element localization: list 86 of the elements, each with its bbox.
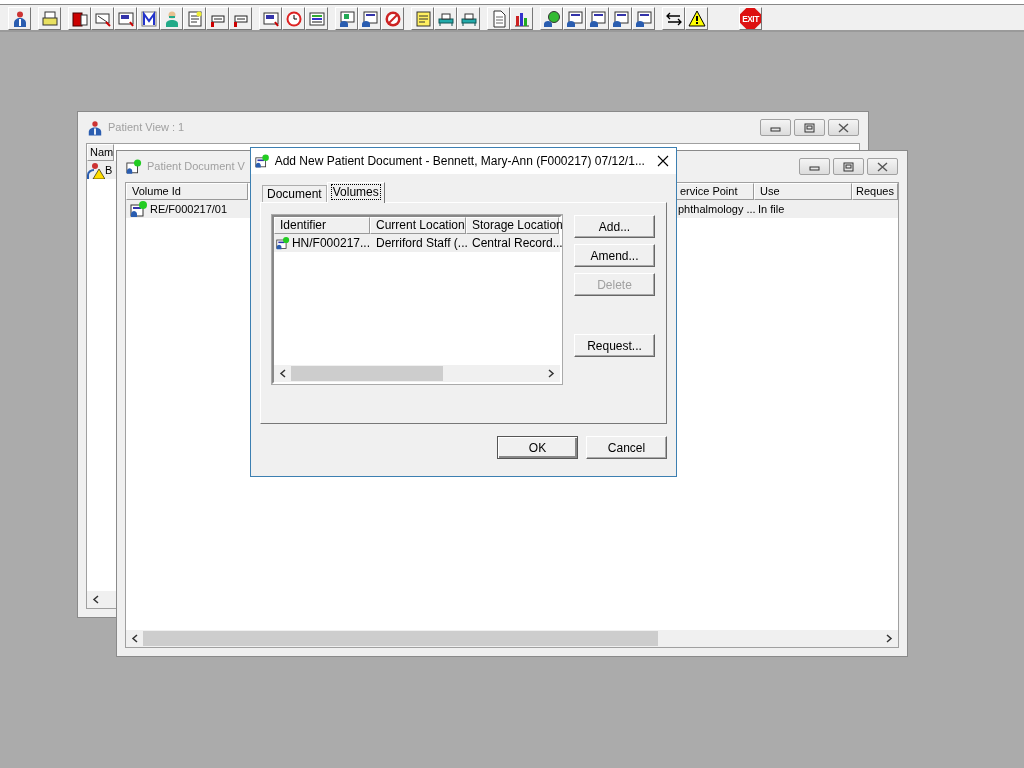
- ok-button[interactable]: OK: [497, 436, 578, 459]
- card-icon: [634, 9, 653, 28]
- close-icon: [838, 122, 849, 133]
- toolbar-button[interactable]: [510, 7, 533, 30]
- toolbar-button[interactable]: [137, 7, 160, 30]
- document-icon: [276, 234, 290, 252]
- toolbar-button[interactable]: [335, 7, 358, 30]
- book-icon: [70, 9, 89, 28]
- monitor-icon: [337, 9, 356, 28]
- list-row[interactable]: HN/F000217... Derriford Staff (... Central Record...: [274, 234, 560, 252]
- scrollbar-thumb[interactable]: [143, 631, 658, 646]
- minimize-button[interactable]: [799, 158, 830, 175]
- person-icon: [87, 161, 105, 179]
- toolbar-button[interactable]: [457, 7, 480, 30]
- toolbar-button[interactable]: [114, 7, 137, 30]
- exit-button[interactable]: EXIT: [739, 7, 762, 30]
- dialog-icon: [255, 152, 270, 170]
- clock-icon: [284, 9, 303, 28]
- toolbar-button[interactable]: [358, 7, 381, 30]
- toolbar-button[interactable]: [434, 7, 457, 30]
- maximize-icon: [804, 122, 815, 133]
- row-text: phthalmology ...: [678, 202, 756, 217]
- no-entry-icon: [383, 9, 402, 28]
- toolbar-button[interactable]: [68, 7, 91, 30]
- action-button[interactable]: Request...: [574, 334, 655, 357]
- toolbar-button[interactable]: [586, 7, 609, 30]
- cancel-button[interactable]: Cancel: [586, 436, 667, 459]
- screen-icon: [116, 9, 135, 28]
- close-icon: [656, 155, 669, 167]
- person-icon: [87, 119, 103, 136]
- column-header[interactable]: Current Location: [370, 217, 466, 234]
- toolbar-button[interactable]: [8, 7, 31, 30]
- tab[interactable]: Volumes: [326, 182, 385, 203]
- toolbar-button[interactable]: [609, 7, 632, 30]
- action-button[interactable]: Add...: [574, 215, 655, 238]
- minimize-button[interactable]: [760, 119, 791, 136]
- row-text: Derriford Staff (...: [376, 235, 468, 251]
- column-header[interactable]: Reques: [852, 183, 898, 200]
- tab[interactable]: Document: [262, 185, 327, 202]
- column-header[interactable]: Volume Id: [126, 183, 248, 200]
- notepad-icon: [185, 9, 204, 28]
- row-text: Central Record...: [472, 235, 563, 251]
- chevron-left-icon: [131, 634, 138, 643]
- column-header[interactable]: Identifier: [274, 217, 370, 234]
- column-header[interactable]: Nam: [87, 144, 114, 161]
- scrollbar-thumb[interactable]: [291, 366, 443, 381]
- toolbar-button[interactable]: [662, 7, 685, 30]
- window-title: Patient Document V: [147, 159, 245, 175]
- document-icon: [126, 158, 142, 175]
- maximize-button[interactable]: [833, 158, 864, 175]
- toolbar-button[interactable]: [305, 7, 328, 30]
- close-button[interactable]: [828, 119, 859, 136]
- toolbar-button[interactable]: [540, 7, 563, 30]
- card-icon: [565, 9, 584, 28]
- row-text: HN/F000217...: [291, 235, 370, 251]
- toolbar-button[interactable]: [563, 7, 586, 30]
- row-text: B: [105, 163, 113, 178]
- dialog-title: Add New Patient Document - Bennett, Mary-Ann (F000217) 07/12/1...: [274, 153, 645, 170]
- action-button[interactable]: Amend...: [574, 244, 655, 267]
- window-title: Patient View : 1: [108, 120, 185, 136]
- maximize-icon: [843, 161, 854, 172]
- chevron-left-icon: [279, 369, 286, 378]
- row-text: In file: [758, 202, 785, 217]
- chevron-left-icon: [92, 595, 99, 604]
- toolbar-button[interactable]: [685, 7, 708, 30]
- close-button[interactable]: [867, 158, 898, 175]
- toolbar-button[interactable]: [632, 7, 655, 30]
- warning-icon: [687, 9, 706, 28]
- row-text: RE/F000217/01: [150, 202, 228, 217]
- notepad-icon: [413, 9, 432, 28]
- card-icon: [360, 9, 379, 28]
- card-icon: [611, 9, 630, 28]
- column-header[interactable]: ervice Point: [674, 183, 754, 200]
- close-icon: [877, 161, 888, 172]
- chevron-right-icon: [886, 634, 893, 643]
- screen-icon: [261, 9, 280, 28]
- window-icon: [307, 9, 326, 28]
- chevron-right-icon: [548, 369, 555, 378]
- document-icon: [130, 200, 148, 218]
- column-header[interactable]: Use: [754, 183, 852, 200]
- toolbar-button[interactable]: [259, 7, 282, 30]
- zigzag-icon: [139, 9, 158, 28]
- maximize-button[interactable]: [794, 119, 825, 136]
- printer-icon: [40, 9, 59, 28]
- globe-icon: [542, 9, 561, 28]
- card-icon: [588, 9, 607, 28]
